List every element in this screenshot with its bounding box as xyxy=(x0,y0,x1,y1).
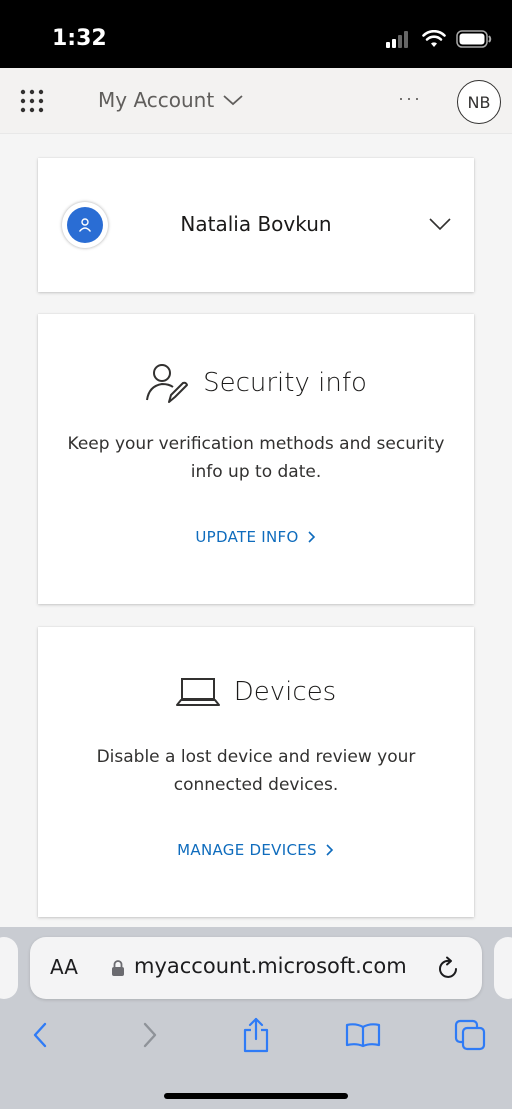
devices-description: Disable a lost device and review your co… xyxy=(96,747,416,795)
status-bar: 1:32 xyxy=(0,0,512,68)
chevron-down-icon[interactable] xyxy=(428,216,452,232)
next-tab-pill[interactable] xyxy=(494,937,512,999)
devices-heading: Devices xyxy=(38,675,474,709)
laptop-icon xyxy=(175,678,220,706)
forward-icon xyxy=(143,1022,157,1048)
share-button[interactable] xyxy=(234,1013,278,1057)
tabs-icon xyxy=(454,1019,486,1051)
text-size-button[interactable]: AA xyxy=(50,955,78,979)
manage-devices-link[interactable]: MANAGE DEVICES xyxy=(38,841,474,859)
lock-icon xyxy=(112,960,124,976)
browser-nav-row xyxy=(0,1013,512,1057)
security-info-heading: Security info xyxy=(38,362,474,404)
security-info-card: Security info Keep your verification met… xyxy=(38,314,474,604)
home-indicator xyxy=(164,1093,348,1099)
status-time: 1:32 xyxy=(52,26,107,51)
back-button[interactable] xyxy=(18,1013,62,1057)
share-icon xyxy=(243,1017,269,1053)
signal-icon xyxy=(386,31,408,48)
bookmarks-button[interactable] xyxy=(341,1013,385,1057)
battery-icon xyxy=(456,30,492,48)
devices-card: Devices Disable a lost device and review… xyxy=(38,627,474,917)
status-icons xyxy=(386,30,492,48)
update-info-link[interactable]: UPDATE INFO xyxy=(38,528,474,546)
app-header: My Account ··· NB xyxy=(0,68,512,134)
avatar[interactable]: NB xyxy=(457,80,501,124)
back-icon xyxy=(33,1022,47,1048)
chevron-right-icon xyxy=(308,531,315,543)
page-title: My Account xyxy=(98,88,215,112)
tabs-button[interactable] xyxy=(448,1013,492,1057)
wifi-icon xyxy=(422,30,446,47)
update-info-label: UPDATE INFO xyxy=(195,528,299,546)
more-options-button[interactable]: ··· xyxy=(398,88,422,109)
manage-devices-label: MANAGE DEVICES xyxy=(177,841,317,859)
chevron-down-icon xyxy=(223,95,243,106)
security-info-title: Security info xyxy=(203,368,367,398)
bookmarks-icon xyxy=(345,1023,381,1048)
chevron-right-icon xyxy=(326,844,333,856)
forward-button[interactable] xyxy=(128,1013,172,1057)
reload-icon[interactable] xyxy=(438,956,460,980)
browser-toolbar: AA myaccount.microsoft.com xyxy=(0,927,512,1109)
user-edit-icon xyxy=(146,364,189,403)
apps-grid-icon[interactable] xyxy=(20,89,44,113)
security-info-description: Keep your verification methods and secur… xyxy=(67,434,445,482)
address-bar[interactable]: AA myaccount.microsoft.com xyxy=(30,937,482,999)
devices-title: Devices xyxy=(233,677,337,707)
account-menu-button[interactable]: My Account xyxy=(98,88,244,112)
profile-name: Natalia Bovkun xyxy=(180,212,332,236)
url-text: myaccount.microsoft.com xyxy=(134,954,407,978)
previous-tab-pill[interactable] xyxy=(0,937,18,999)
profile-card[interactable]: Natalia Bovkun xyxy=(38,158,474,292)
